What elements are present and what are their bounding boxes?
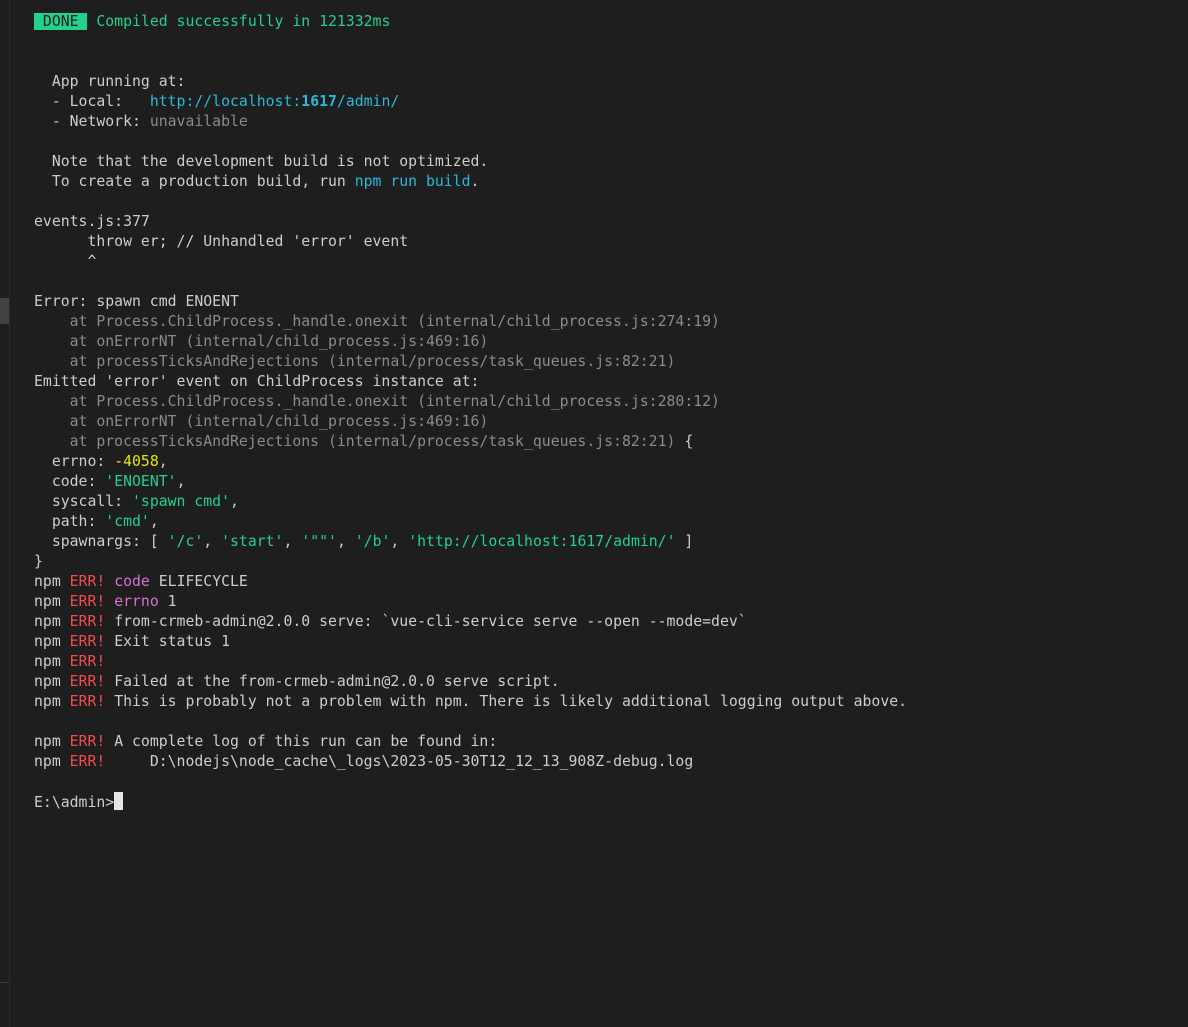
local-url-link[interactable]: http://localhost:1617/admin/ <box>150 93 399 110</box>
npm-err-line: npm ERR! errno 1 <box>34 593 177 610</box>
npm-err-line: npm ERR! Failed at the from-crmeb-admin@… <box>34 673 560 690</box>
note-line: Note that the development build is not o… <box>51 153 489 170</box>
throw-line: throw er; // Unhandled 'error' event <box>34 233 409 250</box>
error-line: Error: spawn cmd ENOENT <box>34 293 239 310</box>
left-gutter <box>0 0 10 1027</box>
stack-frame: at onErrorNT (internal/child_process.js:… <box>34 333 489 350</box>
npm-err-line: npm ERR! <box>34 653 106 670</box>
npm-err-line: npm ERR! code ELIFECYCLE <box>34 573 248 590</box>
done-badge: DONE <box>34 13 88 30</box>
npm-err-line: npm ERR! Exit status 1 <box>34 633 230 650</box>
caret-line: ^ <box>34 253 97 270</box>
stack-frame: at onErrorNT (internal/child_process.js:… <box>34 413 489 430</box>
command-prompt[interactable]: E:\admin> <box>34 792 1188 812</box>
stack-frame: at Process.ChildProcess._handle.onexit (… <box>34 313 720 330</box>
production-hint-line: To create a production build, run npm ru… <box>51 173 480 190</box>
npm-err-line: npm ERR! A complete log of this run can … <box>34 733 498 750</box>
gutter-divider <box>0 982 9 983</box>
local-url-line: - Local: http://localhost:1617/admin/ <box>51 93 400 110</box>
code-prop: code: 'ENOENT', <box>34 473 186 490</box>
compile-message: Compiled successfully in 121332ms <box>96 13 391 30</box>
npm-err-line: npm ERR! This is probably not a problem … <box>34 693 908 710</box>
prompt-path: E:\admin> <box>34 794 115 811</box>
terminal-output[interactable]: DONE Compiled successfully in 121332ms A… <box>34 12 1188 812</box>
npm-run-build-command: npm run build <box>354 173 471 190</box>
path-prop: path: 'cmd', <box>34 513 159 530</box>
stack-frame: at processTicksAndRejections (internal/p… <box>34 433 694 450</box>
network-line: - Network: unavailable <box>51 113 248 130</box>
compile-status-line: DONE Compiled successfully in 121332ms <box>34 12 1188 32</box>
emitted-line: Emitted 'error' event on ChildProcess in… <box>34 373 480 390</box>
npm-err-line: npm ERR! D:\nodejs\node_cache\_logs\2023… <box>34 753 694 770</box>
scroll-marker <box>0 298 9 324</box>
stack-frame: at Process.ChildProcess._handle.onexit (… <box>34 393 720 410</box>
brace-close: } <box>34 553 43 570</box>
errno-prop: errno: -4058, <box>34 453 168 470</box>
npm-err-line: npm ERR! from-crmeb-admin@2.0.0 serve: `… <box>34 613 747 630</box>
stack-frame: at processTicksAndRejections (internal/p… <box>34 353 676 370</box>
app-running-line: App running at: <box>51 73 186 90</box>
text-cursor <box>114 792 124 810</box>
spawnargs-prop: spawnargs: [ '/c', 'start', '""', '/b', … <box>34 533 694 550</box>
events-line: events.js:377 <box>34 213 150 230</box>
syscall-prop: syscall: 'spawn cmd', <box>34 493 239 510</box>
